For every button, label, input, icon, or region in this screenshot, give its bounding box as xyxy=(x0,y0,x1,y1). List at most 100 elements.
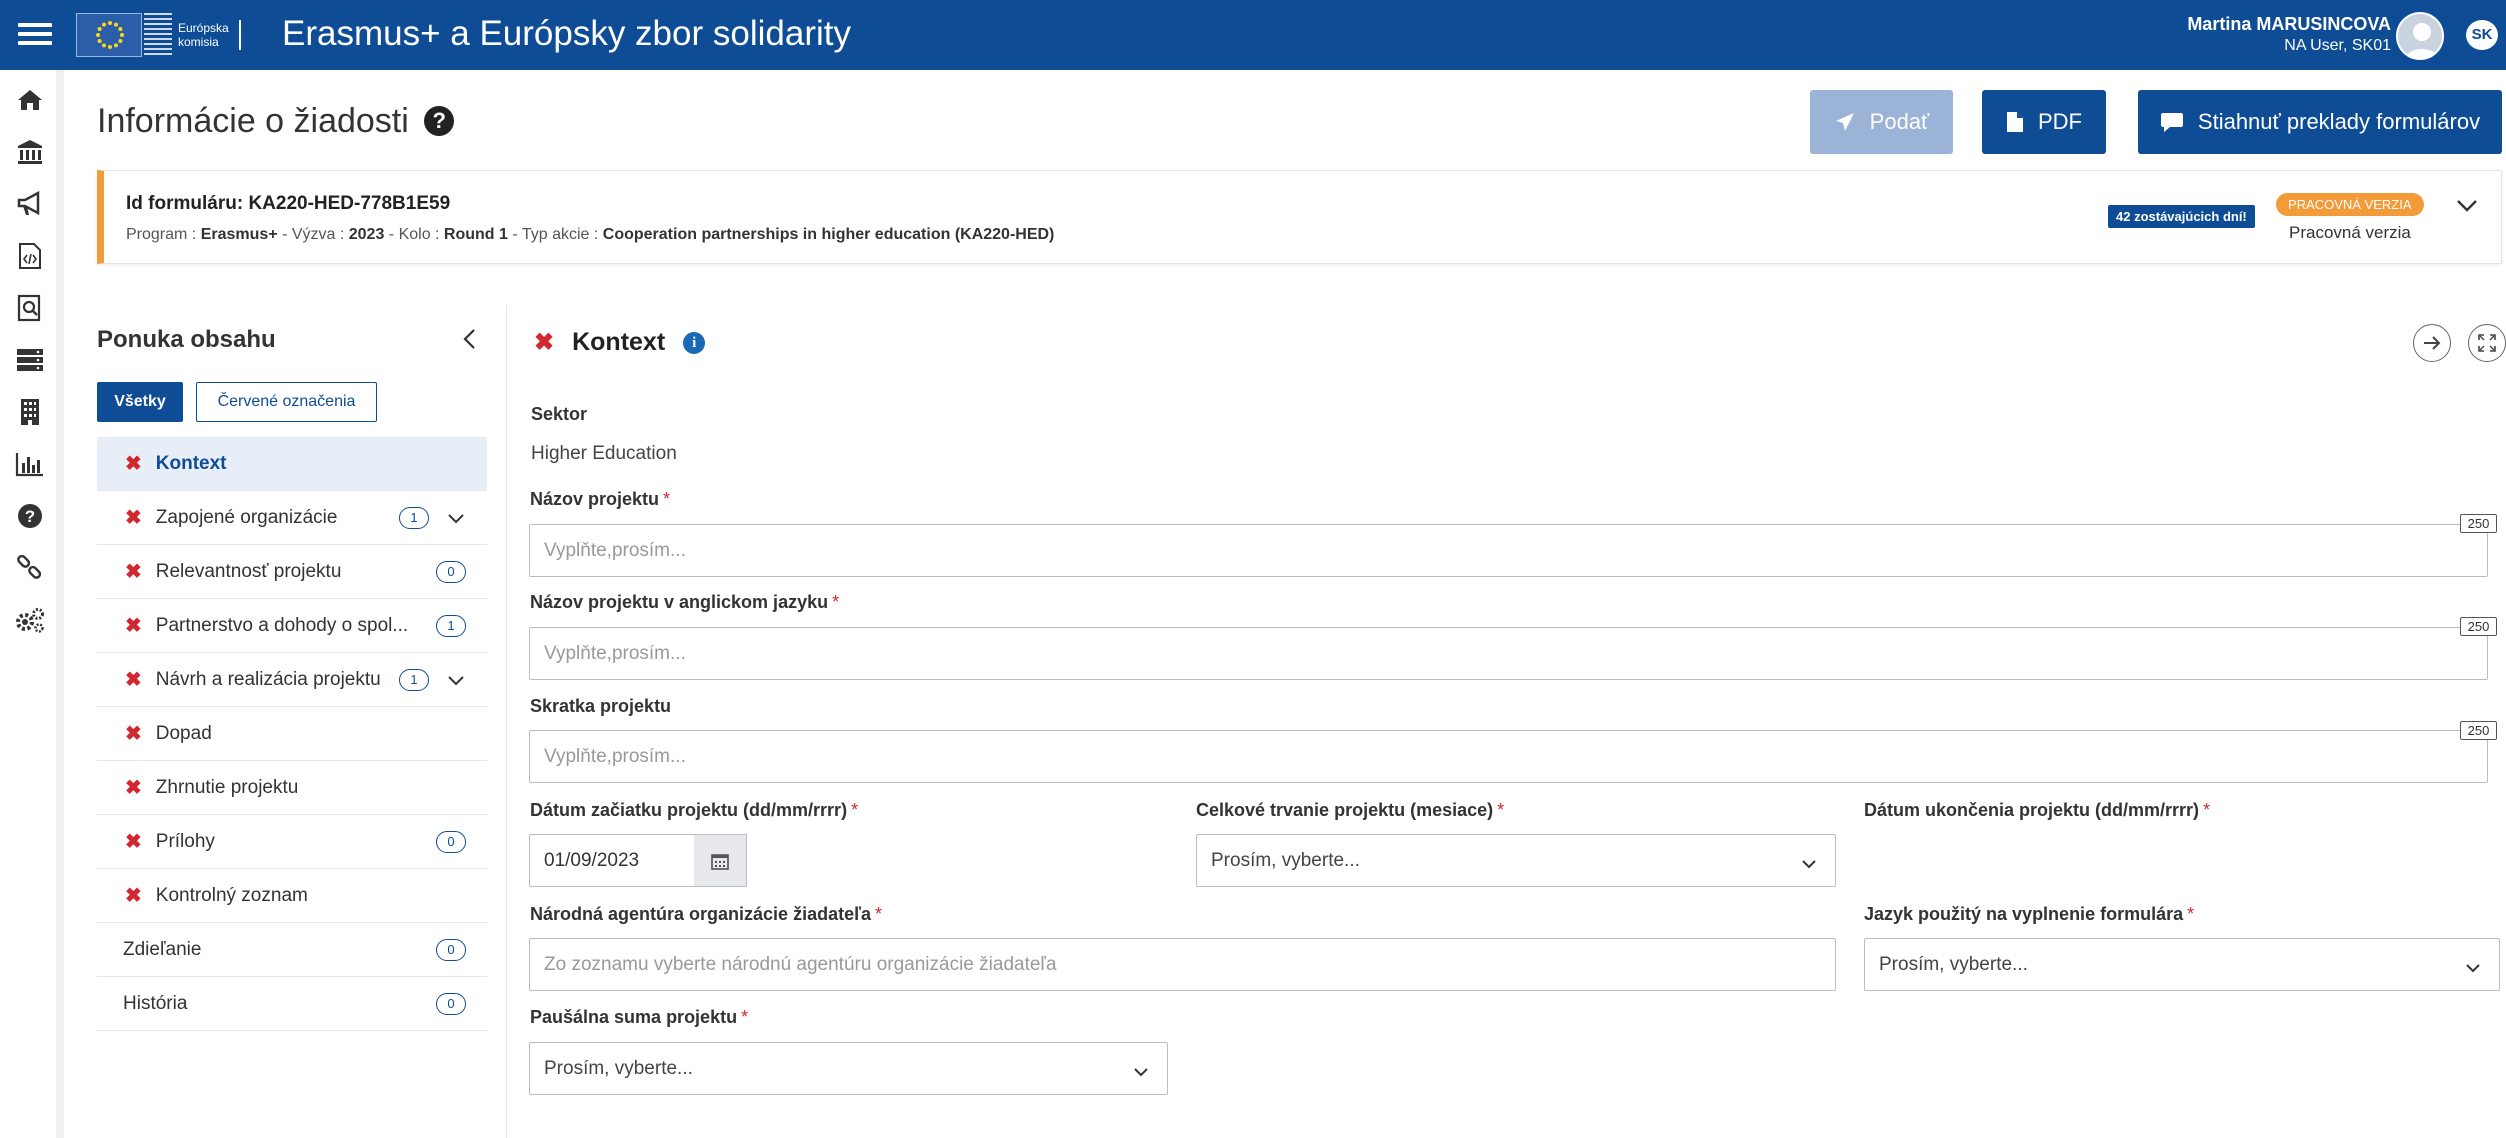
count-badge: 1 xyxy=(399,669,429,691)
program-label: Program : xyxy=(126,226,201,243)
end-date-label-text: Dátum ukončenia projektu (dd/mm/rrrr) xyxy=(1864,800,2200,820)
acronym-label-text: Skratka projektu xyxy=(530,696,672,716)
error-x-icon: ✖ xyxy=(125,885,142,907)
page-title: Informácie o žiadosti ? xyxy=(97,102,455,141)
application-info-card: Id formuláru: KA220-HED-778B1E59 Program… xyxy=(97,170,2502,264)
sidebar-item-dopad[interactable]: ✖ Dopad xyxy=(97,707,487,761)
chevron-left-icon[interactable] xyxy=(462,328,476,355)
links-icon[interactable] xyxy=(14,552,46,584)
help-circle-icon[interactable]: ? xyxy=(424,106,455,136)
expand-icon[interactable] xyxy=(2468,324,2506,362)
info-icon[interactable]: i xyxy=(683,331,706,354)
sidebar-item-zhrnutie-projektu[interactable]: ✖ Zhrnutie projektu xyxy=(97,761,487,815)
sector-label-text: Sektor xyxy=(531,404,588,424)
ec-logo[interactable]: Európska komisia xyxy=(76,10,241,60)
tab-all[interactable]: Všetky xyxy=(97,382,183,422)
project-name-en-label: Názov projektu v anglickom jazyku * xyxy=(530,592,839,613)
pdf-button[interactable]: PDF xyxy=(1982,90,2106,154)
chevron-down-icon[interactable] xyxy=(447,509,465,531)
error-x-icon: ✖ xyxy=(125,615,142,637)
sidebar-item-prilohy[interactable]: ✖ Prílohy 0 xyxy=(97,815,487,869)
settings-icon[interactable] xyxy=(14,604,46,636)
sidebar-item-label: Prílohy xyxy=(155,830,215,852)
program-line: Program : Erasmus+ - Výzva : 2023 - Kolo… xyxy=(126,226,1054,244)
duration-select[interactable]: Prosím, vyberte... xyxy=(1196,834,1836,887)
status-badge: PRACOVNÁ VERZIA xyxy=(2276,193,2424,216)
sidebar-item-zdielanie[interactable]: Zdieľanie 0 xyxy=(97,923,487,977)
code-file-icon[interactable] xyxy=(14,240,46,272)
project-name-char-counter: 250 xyxy=(2460,514,2497,533)
sidebar-item-historia[interactable]: História 0 xyxy=(97,977,487,1031)
calendar-icon[interactable] xyxy=(694,834,747,887)
download-translations-button[interactable]: Stiahnuť preklady formulárov xyxy=(2138,90,2502,154)
sidebar-item-zapojene-organizacie[interactable]: ✖ Zapojené organizácie 1 xyxy=(97,491,487,545)
required-mark: * xyxy=(1497,800,1505,820)
program-value: Erasmus+ xyxy=(200,226,278,243)
project-name-label: Názov projektu * xyxy=(530,489,670,510)
chevron-down-icon[interactable] xyxy=(447,671,465,693)
home-icon[interactable] xyxy=(14,84,46,116)
error-x-icon: ✖ xyxy=(125,669,142,691)
start-date-label-text: Dátum začiatku projektu (dd/mm/rrrr) xyxy=(530,800,848,820)
pdf-button-label: PDF xyxy=(2038,109,2082,134)
sidebar-item-kontrolny-zoznam[interactable]: ✖ Kontrolný zoznam xyxy=(97,869,487,923)
institution-icon[interactable] xyxy=(14,136,46,168)
user-role: NA User, SK01 xyxy=(2284,37,2391,54)
language-select[interactable]: Prosím, vyberte... xyxy=(1864,938,2500,991)
chevron-down-icon xyxy=(2465,958,2481,980)
section-title: ✖ Kontext i xyxy=(534,328,706,357)
count-badge: 1 xyxy=(399,507,429,529)
hamburger-menu-icon[interactable] xyxy=(18,18,52,52)
sector-value: Higher Education xyxy=(531,443,677,464)
lump-sum-select-value: Prosím, vyberte... xyxy=(544,1057,693,1079)
user-name: Martina MARUSINCOVA xyxy=(2187,14,2391,34)
app-title: Erasmus+ a Európsky zbor solidarity xyxy=(282,14,851,53)
avatar[interactable] xyxy=(2396,12,2444,60)
start-date-label: Dátum začiatku projektu (dd/mm/rrrr) * xyxy=(530,800,858,821)
count-badge: 1 xyxy=(436,615,466,637)
required-mark: * xyxy=(832,592,840,612)
round-value: Round 1 xyxy=(443,226,508,243)
sidebar-menu: ✖ Kontext ✖ Zapojené organizácie 1 ✖ Rel… xyxy=(97,437,487,1031)
building-icon[interactable] xyxy=(14,396,46,428)
submit-button[interactable]: Podať xyxy=(1810,90,1953,154)
file-icon xyxy=(2007,112,2023,132)
megaphone-icon[interactable] xyxy=(14,188,46,220)
sidebar-item-partnerstvo[interactable]: ✖ Partnerstvo a dohody o spol... 1 xyxy=(97,599,487,653)
arrow-right-icon[interactable] xyxy=(2413,324,2451,362)
top-bar: Európska komisia Erasmus+ a Európsky zbo… xyxy=(0,0,2506,70)
sector-label: Sektor xyxy=(531,404,587,425)
sidebar-item-kontext[interactable]: ✖ Kontext xyxy=(97,437,487,491)
user-info[interactable]: Martina MARUSINCOVA NA User, SK01 xyxy=(2187,14,2391,55)
sidebar-item-relevantnost-projektu[interactable]: ✖ Relevantnosť projektu 0 xyxy=(97,545,487,599)
agency-label: Národná agentúra organizácie žiadateľa * xyxy=(530,904,882,925)
required-mark: * xyxy=(663,489,671,509)
chevron-down-icon[interactable] xyxy=(2456,199,2478,218)
server-icon[interactable] xyxy=(14,344,46,376)
action-label: - Typ akcie : xyxy=(507,226,603,243)
comment-icon xyxy=(2160,113,2183,132)
lump-sum-select[interactable]: Prosím, vyberte... xyxy=(529,1042,1168,1095)
agency-input[interactable]: Zo zoznamu vyberte národnú agentúru orga… xyxy=(529,938,1836,991)
logo-separator xyxy=(238,20,241,50)
logo-line-2: komisia xyxy=(178,35,219,49)
error-x-icon: ✖ xyxy=(125,561,142,583)
sidebar-item-navrh-a-realizacia[interactable]: ✖ Návrh a realizácia projektu 1 xyxy=(97,653,487,707)
call-label: - Výzva : xyxy=(277,226,349,243)
bar-chart-icon[interactable] xyxy=(14,448,46,480)
project-name-en-char-counter: 250 xyxy=(2460,617,2497,636)
acronym-input[interactable]: Vyplňte,prosím... xyxy=(529,730,2488,783)
language-select-value: Prosím, vyberte... xyxy=(1879,953,2028,975)
sidebar-item-label: Návrh a realizácia projektu xyxy=(155,668,381,690)
duration-select-value: Prosím, vyberte... xyxy=(1211,849,1360,871)
project-name-en-input[interactable]: Vyplňte,prosím... xyxy=(529,627,2488,680)
left-rail: ? xyxy=(0,70,64,1138)
project-name-en-label-text: Názov projektu v anglickom jazyku xyxy=(530,592,829,612)
project-name-input[interactable]: Vyplňte,prosím... xyxy=(529,524,2488,577)
search-document-icon[interactable] xyxy=(14,292,46,324)
language-selector[interactable]: SK xyxy=(2466,20,2498,50)
start-date-input[interactable]: 01/09/2023 xyxy=(529,834,695,887)
help-icon[interactable]: ? xyxy=(14,500,46,532)
duration-label: Celkové trvanie projektu (mesiace) * xyxy=(1196,800,1504,821)
tab-red-flags[interactable]: Červené označenia xyxy=(196,382,377,422)
